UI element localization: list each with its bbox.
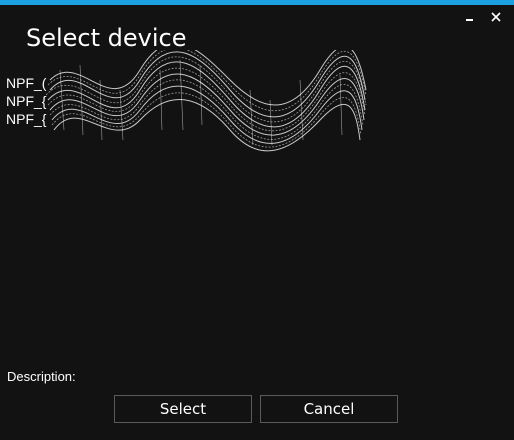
close-icon [491,12,501,22]
cancel-button[interactable]: Cancel [260,395,398,423]
minimize-icon [466,19,473,21]
dialog-title: Select device [26,24,187,52]
close-button[interactable] [485,7,507,27]
minimize-button[interactable] [459,7,481,27]
accent-bar [0,0,514,5]
select-button[interactable]: Select [114,395,252,423]
select-device-window: Select device NPF_( NPF_{ NPF_{ Descript… [0,0,514,440]
description-label: Description: [7,369,76,384]
redaction-scribble [45,50,367,152]
